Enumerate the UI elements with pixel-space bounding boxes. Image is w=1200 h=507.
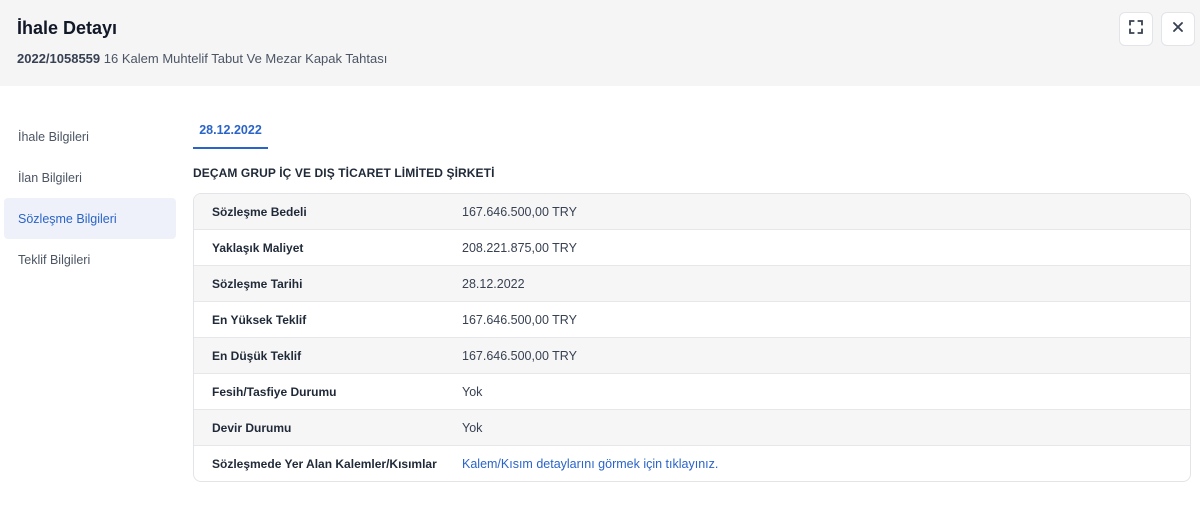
items-detail-link[interactable]: Kalem/Kısım detaylarını görmek için tıkl… (462, 457, 718, 471)
table-row: En Yüksek Teklif 167.646.500,00 TRY (194, 302, 1190, 338)
modal-header: İhale Detayı 2022/1058559 16 Kalem Muhte… (0, 0, 1200, 86)
table-row: Sözleşme Tarihi 28.12.2022 (194, 266, 1190, 302)
row-label: Sözleşme Tarihi (212, 276, 303, 291)
tender-description: 16 Kalem Muhtelif Tabut Ve Mezar Kapak T… (103, 51, 388, 66)
table-row: En Düşük Teklif 167.646.500,00 TRY (194, 338, 1190, 374)
row-label: Devir Durumu (212, 420, 292, 435)
sidebar-item-teklif-bilgileri[interactable]: Teklif Bilgileri (4, 239, 176, 280)
sidebar-item-sozlesme-bilgileri[interactable]: Sözleşme Bilgileri (4, 198, 176, 239)
row-value: 167.646.500,00 TRY (462, 204, 577, 219)
table-row: Devir Durumu Yok (194, 410, 1190, 446)
company-name: DEÇAM GRUP İÇ VE DIŞ TİCARET LİMİTED ŞİR… (193, 166, 495, 180)
close-button[interactable] (1161, 12, 1195, 46)
row-value: 28.12.2022 (462, 276, 525, 291)
row-label: En Yüksek Teklif (212, 312, 307, 327)
row-label: En Düşük Teklif (212, 348, 302, 363)
row-label: Sözleşme Bedeli (212, 204, 307, 219)
table-row: Fesih/Tasfiye Durumu Yok (194, 374, 1190, 410)
row-value: 208.221.875,00 TRY (462, 240, 577, 255)
table-row: Yaklaşık Maliyet 208.221.875,00 TRY (194, 230, 1190, 266)
row-label: Sözleşmede Yer Alan Kalemler/Kısımlar (212, 456, 437, 471)
expand-icon (1128, 19, 1144, 40)
table-row: Sözleşmede Yer Alan Kalemler/Kısımlar Ka… (194, 446, 1190, 481)
tender-subtitle: 2022/1058559 16 Kalem Muhtelif Tabut Ve … (17, 51, 387, 66)
row-value: 167.646.500,00 TRY (462, 348, 577, 363)
row-label: Fesih/Tasfiye Durumu (212, 384, 337, 399)
sidebar-item-ilan-bilgileri[interactable]: İlan Bilgileri (4, 157, 176, 198)
contract-details-table: Sözleşme Bedeli 167.646.500,00 TRY Yakla… (193, 193, 1191, 482)
row-value: 167.646.500,00 TRY (462, 312, 577, 327)
sidebar-item-ihale-bilgileri[interactable]: İhale Bilgileri (4, 116, 176, 157)
fullscreen-button[interactable] (1119, 12, 1153, 46)
sidebar-nav: İhale Bilgileri İlan Bilgileri Sözleşme … (4, 116, 176, 280)
modal-title: İhale Detayı (17, 18, 118, 38)
row-label: Yaklaşık Maliyet (212, 240, 304, 255)
close-icon (1171, 20, 1185, 39)
row-value: Yok (462, 420, 483, 435)
tab-contract-date[interactable]: 28.12.2022 (193, 112, 268, 149)
row-value: Yok (462, 384, 483, 399)
table-row: Sözleşme Bedeli 167.646.500,00 TRY (194, 194, 1190, 230)
tender-number: 2022/1058559 (17, 51, 101, 66)
